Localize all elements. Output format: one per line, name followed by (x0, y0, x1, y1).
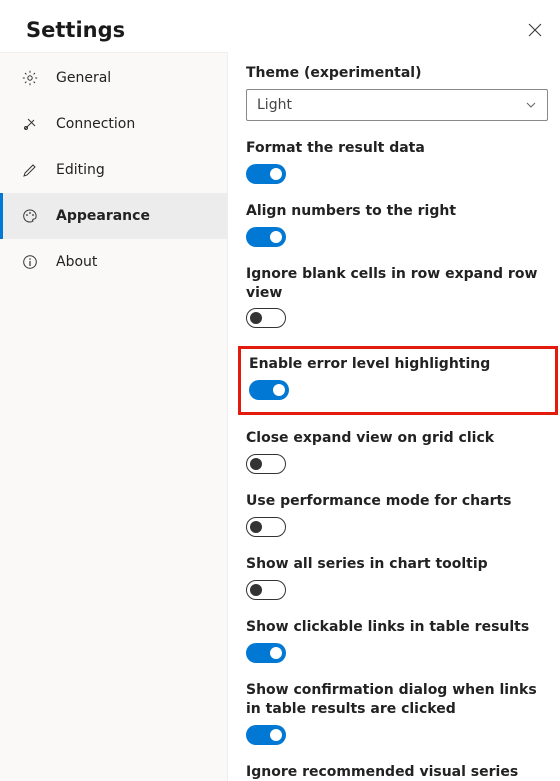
sidebar-item-about[interactable]: About (0, 239, 227, 285)
sidebar-item-connection[interactable]: Connection (0, 101, 227, 147)
close-expand-toggle[interactable] (246, 454, 286, 474)
setting-label: Ignore blank cells in row expand row vie… (246, 265, 550, 303)
sidebar-item-label: Editing (56, 162, 105, 178)
close-icon (528, 23, 542, 37)
sidebar-item-appearance[interactable]: Appearance (0, 193, 227, 239)
sidebar-item-label: Connection (56, 116, 135, 132)
setting-label: Format the result data (246, 139, 550, 158)
setting-label: Close expand view on grid click (246, 429, 550, 448)
connection-icon (22, 116, 38, 132)
sidebar-item-editing[interactable]: Editing (0, 147, 227, 193)
theme-select[interactable]: Light (246, 89, 548, 121)
setting-show-all-series: Show all series in chart tooltip (246, 555, 550, 600)
setting-label: Show all series in chart tooltip (246, 555, 550, 574)
setting-label: Align numbers to the right (246, 202, 550, 221)
setting-ignore-blank: Ignore blank cells in row expand row vie… (246, 265, 550, 329)
setting-error-highlight: Enable error level highlighting (249, 355, 547, 400)
confirm-links-toggle[interactable] (246, 725, 286, 745)
setting-show-links: Show clickable links in table results (246, 618, 550, 663)
sidebar-item-label: General (56, 70, 111, 86)
palette-icon (22, 208, 38, 224)
settings-header: Settings (0, 0, 560, 52)
sidebar-item-label: Appearance (56, 208, 150, 224)
page-title: Settings (26, 18, 125, 42)
setting-label: Enable error level highlighting (249, 355, 547, 374)
setting-ignore-recommended: Ignore recommended visual series and poi… (246, 763, 550, 781)
error-highlight-toggle[interactable] (249, 380, 289, 400)
show-links-toggle[interactable] (246, 643, 286, 663)
close-button[interactable] (524, 19, 546, 41)
chevron-down-icon (525, 99, 537, 111)
setting-format-result: Format the result data (246, 139, 550, 184)
setting-align-numbers: Align numbers to the right (246, 202, 550, 247)
setting-confirm-links: Show confirmation dialog when links in t… (246, 681, 550, 745)
pencil-icon (22, 162, 38, 178)
info-icon (22, 254, 38, 270)
setting-label: Ignore recommended visual series and poi… (246, 763, 550, 781)
settings-main: Theme (experimental) Light Format the re… (228, 52, 560, 781)
ignore-blank-toggle[interactable] (246, 308, 286, 328)
perf-mode-toggle[interactable] (246, 517, 286, 537)
format-result-toggle[interactable] (246, 164, 286, 184)
sidebar-item-general[interactable]: General (0, 55, 227, 101)
settings-sidebar: General Connection Editing Appearance Ab (0, 52, 228, 781)
setting-label: Show clickable links in table results (246, 618, 550, 637)
setting-perf-mode: Use performance mode for charts (246, 492, 550, 537)
select-value: Light (257, 97, 292, 113)
align-numbers-toggle[interactable] (246, 227, 286, 247)
gear-icon (22, 70, 38, 86)
setting-close-expand: Close expand view on grid click (246, 429, 550, 474)
setting-theme: Theme (experimental) Light (246, 64, 550, 121)
show-all-series-toggle[interactable] (246, 580, 286, 600)
sidebar-item-label: About (56, 254, 97, 270)
setting-label: Use performance mode for charts (246, 492, 550, 511)
setting-label: Theme (experimental) (246, 64, 550, 83)
setting-label: Show confirmation dialog when links in t… (246, 681, 550, 719)
highlight-annotation: Enable error level highlighting (238, 346, 558, 415)
